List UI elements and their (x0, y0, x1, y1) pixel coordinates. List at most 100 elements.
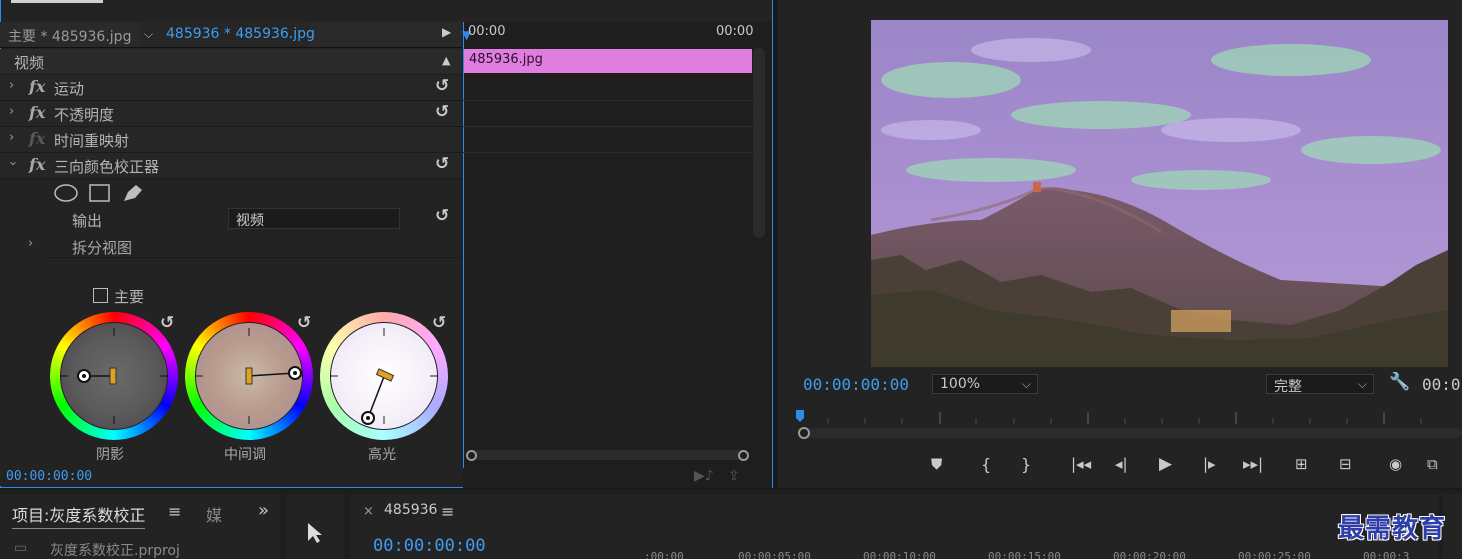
go-to-out-icon[interactable]: ▸▸| (1243, 455, 1263, 473)
reset-icon[interactable]: ↺ (435, 102, 449, 122)
monitor-ruler[interactable] (790, 406, 1462, 442)
ruler-tick: :00:00 (644, 550, 684, 559)
fx-icon[interactable]: fx (29, 155, 45, 174)
reset-icon[interactable]: ↺ (432, 313, 446, 333)
ruler-tick: 00:00:05:00 (738, 550, 811, 559)
ruler-tick: 00:00:25:00 (1238, 550, 1311, 559)
mark-out-icon[interactable]: } (1021, 455, 1031, 474)
zoom-dropdown[interactable]: 100% ⌵ (932, 374, 1038, 394)
zoom-scrollbar (800, 428, 1462, 438)
go-to-in-icon[interactable]: |◂◂ (1071, 455, 1091, 473)
timeline-start: 00:00 (468, 24, 506, 39)
shadows-label: 阴影 (96, 447, 124, 463)
output-label: 输出 (72, 212, 103, 230)
master-checkbox[interactable] (93, 288, 108, 303)
playhead-icon (796, 410, 804, 422)
balance-magnitude-handle[interactable] (109, 367, 117, 385)
reset-icon[interactable]: ↺ (297, 313, 311, 333)
effect-row-time-remap[interactable]: › fx 时间重映射 (0, 127, 462, 153)
panel-tab-indicator (11, 0, 103, 3)
chevron-right-icon[interactable]: › (28, 236, 33, 251)
balance-magnitude-handle[interactable] (245, 367, 253, 385)
effect-label: 不透明度 (54, 106, 115, 124)
timeline-end: 00:00 (716, 24, 754, 39)
scroll-handle-right[interactable] (738, 450, 749, 461)
effect-controls-header: 主要 * 485936.jpg ⌵ 485936 * 485936.jpg ▶ (0, 22, 462, 48)
panel-menu-icon[interactable]: ≡ (168, 502, 181, 521)
reset-icon[interactable]: ↺ (435, 76, 449, 96)
project-panel: 项目:灰度系数校正 ≡ 媒 » ▭ 灰度系数校正.prproj (0, 494, 280, 559)
sequence-tab[interactable]: 485936 * 485936.jpg (166, 26, 315, 42)
pen-mask-icon[interactable] (124, 185, 142, 201)
effect-label: 时间重映射 (54, 132, 130, 150)
chevron-down-icon: ⌵ (1021, 377, 1031, 391)
reset-icon[interactable]: ↺ (435, 206, 449, 226)
collapse-up-icon[interactable]: ▲ (442, 54, 450, 67)
close-icon[interactable]: × (363, 504, 374, 519)
row-divider (463, 100, 753, 101)
chevron-right-icon[interactable]: › (9, 130, 14, 145)
project-tab[interactable]: 项目:灰度系数校正 (12, 502, 146, 529)
clip-bar[interactable]: 485936.jpg (464, 49, 752, 73)
wheel-overlays (60, 328, 438, 425)
effect-row-opacity[interactable]: › fx 不透明度 ↺ (0, 101, 462, 127)
highlights-label: 高光 (368, 447, 396, 463)
sequence-tab[interactable]: 485936 (384, 502, 437, 518)
scroll-handle-left[interactable] (466, 450, 477, 461)
folder-icon: ▭ (14, 540, 28, 556)
vertical-scrollbar[interactable] (753, 48, 765, 238)
export-icon[interactable]: ⇪ (728, 468, 740, 484)
extract-icon[interactable]: ⊟ (1339, 455, 1352, 473)
chevron-down-icon: ⌵ (1357, 377, 1367, 391)
reset-icon[interactable]: ↺ (160, 313, 174, 333)
add-marker-icon[interactable]: ⛊ (931, 455, 942, 473)
fx-icon[interactable]: fx (29, 77, 45, 96)
divider (48, 257, 462, 258)
watermark: 最需教育 (1338, 514, 1447, 544)
rectangle-mask-icon[interactable] (89, 184, 110, 202)
output-dropdown[interactable]: 视频 ⌵ (228, 208, 400, 229)
chevron-right-icon[interactable]: › (9, 104, 14, 119)
fx-icon[interactable]: fx (29, 103, 45, 122)
balance-magnitude-handle[interactable] (375, 368, 395, 382)
effect-row-three-way[interactable]: › fx 三向颜色校正器 ↺ (0, 153, 462, 179)
chevron-down-icon[interactable]: ⌵ (144, 27, 153, 42)
sequence-timecode[interactable]: 00:00:00:00 (373, 536, 486, 556)
midtones-label: 中间调 (224, 447, 266, 463)
panel-menu-icon[interactable]: ≡ (441, 502, 454, 521)
selection-tool-icon[interactable] (306, 522, 324, 544)
project-file[interactable]: 灰度系数校正.prproj (50, 540, 180, 559)
export-frame-icon[interactable]: ◉ (1389, 455, 1402, 473)
lift-icon[interactable]: ⊞ (1295, 455, 1308, 473)
zoom-value: 100% (940, 376, 981, 392)
filter-audio-icon[interactable]: ▶♪ (694, 468, 714, 484)
quality-value: 完整 (1274, 379, 1302, 395)
wrench-icon[interactable]: 🔧 (1389, 372, 1410, 392)
expand-tabs-icon[interactable]: » (258, 500, 269, 521)
ellipse-mask-icon[interactable] (54, 184, 78, 202)
quality-dropdown[interactable]: 完整 ⌵ (1266, 374, 1374, 395)
ruler-tick: 00:00:3 (1363, 550, 1410, 559)
section-video-label: 视频 (14, 54, 45, 72)
horizontal-scrollbar[interactable] (471, 450, 745, 460)
playhead-line (463, 22, 464, 468)
source-tab[interactable]: 主要 * 485936.jpg (8, 26, 131, 46)
media-browser-tab[interactable]: 媒 (206, 502, 222, 526)
effect-row-motion[interactable]: › fx 运动 ↺ (0, 75, 462, 101)
comparison-view-icon[interactable]: ⧉ (1427, 455, 1438, 473)
effect-label: 运动 (54, 80, 85, 98)
ec-timecode[interactable]: 00:00:00:00 (6, 469, 92, 484)
transport-controls: ⛊ { } |◂◂ ◂| ▶ |▸ ▸▸| ⊞ ⊟ ◉ ⧉ (925, 454, 1445, 477)
mask-tools (54, 184, 142, 202)
fx-icon: fx (29, 129, 46, 148)
play-only-icon[interactable]: ▶ (442, 25, 451, 39)
step-forward-icon[interactable]: |▸ (1203, 455, 1216, 473)
step-back-icon[interactable]: ◂| (1115, 455, 1128, 473)
reset-icon[interactable]: ↺ (435, 154, 449, 174)
program-timecode[interactable]: 00:00:00:00 (803, 375, 909, 394)
chevron-right-icon[interactable]: › (9, 78, 14, 93)
timeline-panel: × 485936 ≡ 00:00:00:00 :00:00 00:00:05:0… (351, 494, 1439, 559)
mark-in-icon[interactable]: { (981, 455, 991, 474)
chevron-down-icon[interactable]: › (5, 161, 20, 166)
play-icon[interactable]: ▶ (1159, 454, 1172, 474)
